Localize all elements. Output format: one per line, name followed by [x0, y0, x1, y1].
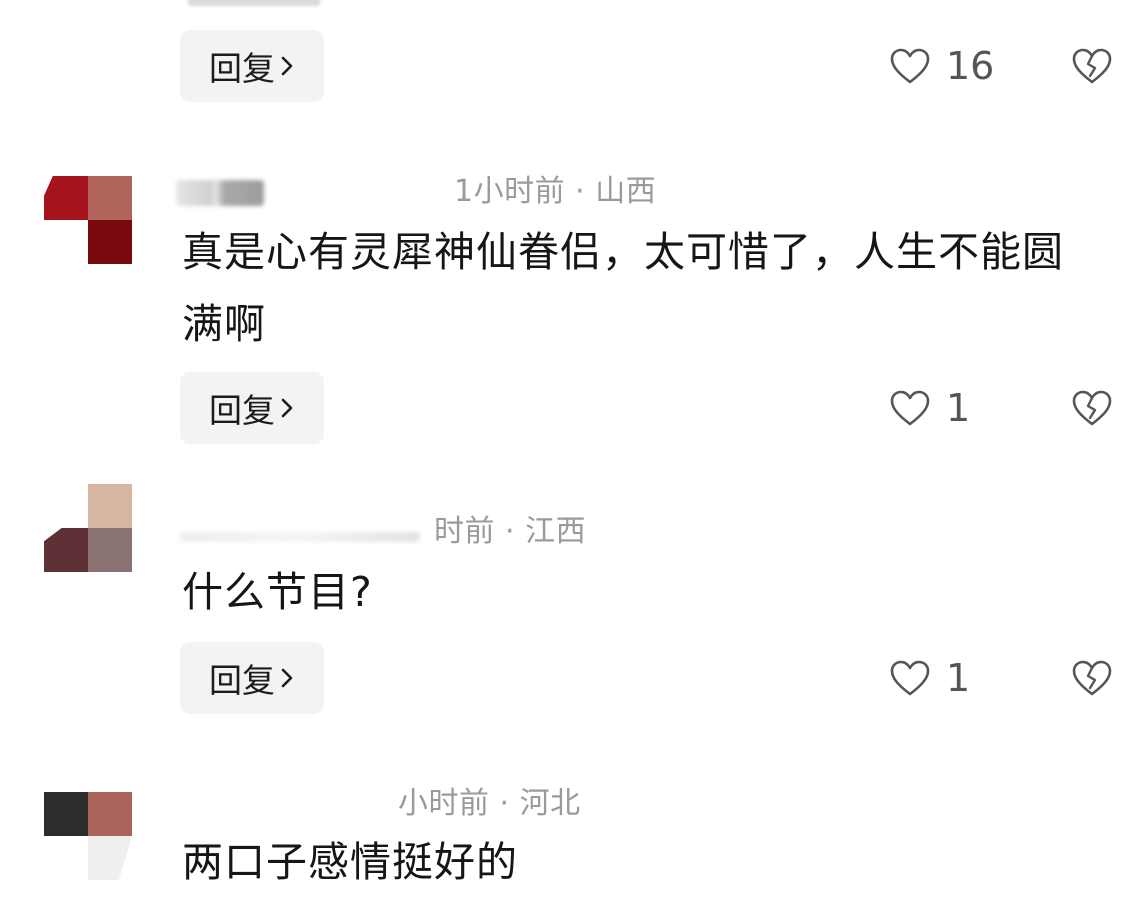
like-button[interactable]: 16 — [888, 30, 994, 102]
like-count: 16 — [946, 44, 995, 88]
like-button[interactable]: 1 — [888, 642, 970, 714]
avatar-pixel — [44, 528, 88, 572]
comment-meta: 1小时前 · 山西 — [454, 174, 657, 209]
heart-outline-icon — [890, 660, 930, 696]
reply-label: 回复 — [209, 391, 275, 430]
avatar-pixel — [88, 792, 132, 836]
avatar-pixel — [88, 484, 132, 528]
username-blurred[interactable] — [180, 532, 420, 542]
avatar[interactable] — [44, 792, 132, 880]
username-blurred[interactable] — [176, 180, 264, 206]
heart-outline-icon — [890, 48, 930, 84]
reply-button[interactable]: 回复 — [180, 642, 324, 714]
avatar[interactable] — [44, 176, 132, 264]
comment-text: 两口子感情挺好的 — [182, 838, 518, 886]
chevron-right-icon — [281, 398, 293, 418]
dislike-button[interactable] — [1070, 30, 1114, 102]
comment-text: 什么节目? — [182, 568, 373, 616]
avatar-pixel — [88, 176, 132, 220]
like-count: 1 — [946, 386, 971, 430]
broken-heart-icon — [1072, 660, 1112, 696]
previous-comment-text-blur — [188, 0, 320, 6]
like-button[interactable]: 1 — [888, 372, 970, 444]
broken-heart-icon — [1072, 48, 1112, 84]
dislike-button[interactable] — [1070, 642, 1114, 714]
comment-meta: 小时前 · 河北 — [398, 786, 581, 821]
dislike-button[interactable] — [1070, 372, 1114, 444]
reply-label: 回复 — [209, 49, 275, 88]
chevron-right-icon — [281, 56, 293, 76]
avatar-pixel — [88, 220, 132, 264]
chevron-right-icon — [281, 668, 293, 688]
reply-label: 回复 — [209, 661, 275, 700]
heart-outline-icon — [890, 390, 930, 426]
reply-button[interactable]: 回复 — [180, 30, 324, 102]
previous-comment-fragment — [180, 0, 330, 10]
comment-meta: 时前 · 江西 — [434, 514, 587, 549]
avatar-pixel — [88, 836, 132, 880]
comment-text: 真是心有灵犀神仙眷侣，太可惜了，人生不能圆满啊 — [182, 228, 1064, 348]
broken-heart-icon — [1072, 390, 1112, 426]
avatar-pixel — [44, 176, 88, 220]
avatar[interactable] — [44, 484, 132, 572]
reply-button[interactable]: 回复 — [180, 372, 324, 444]
like-count: 1 — [946, 656, 971, 700]
avatar-pixel — [88, 528, 132, 572]
avatar-pixel — [44, 792, 88, 836]
